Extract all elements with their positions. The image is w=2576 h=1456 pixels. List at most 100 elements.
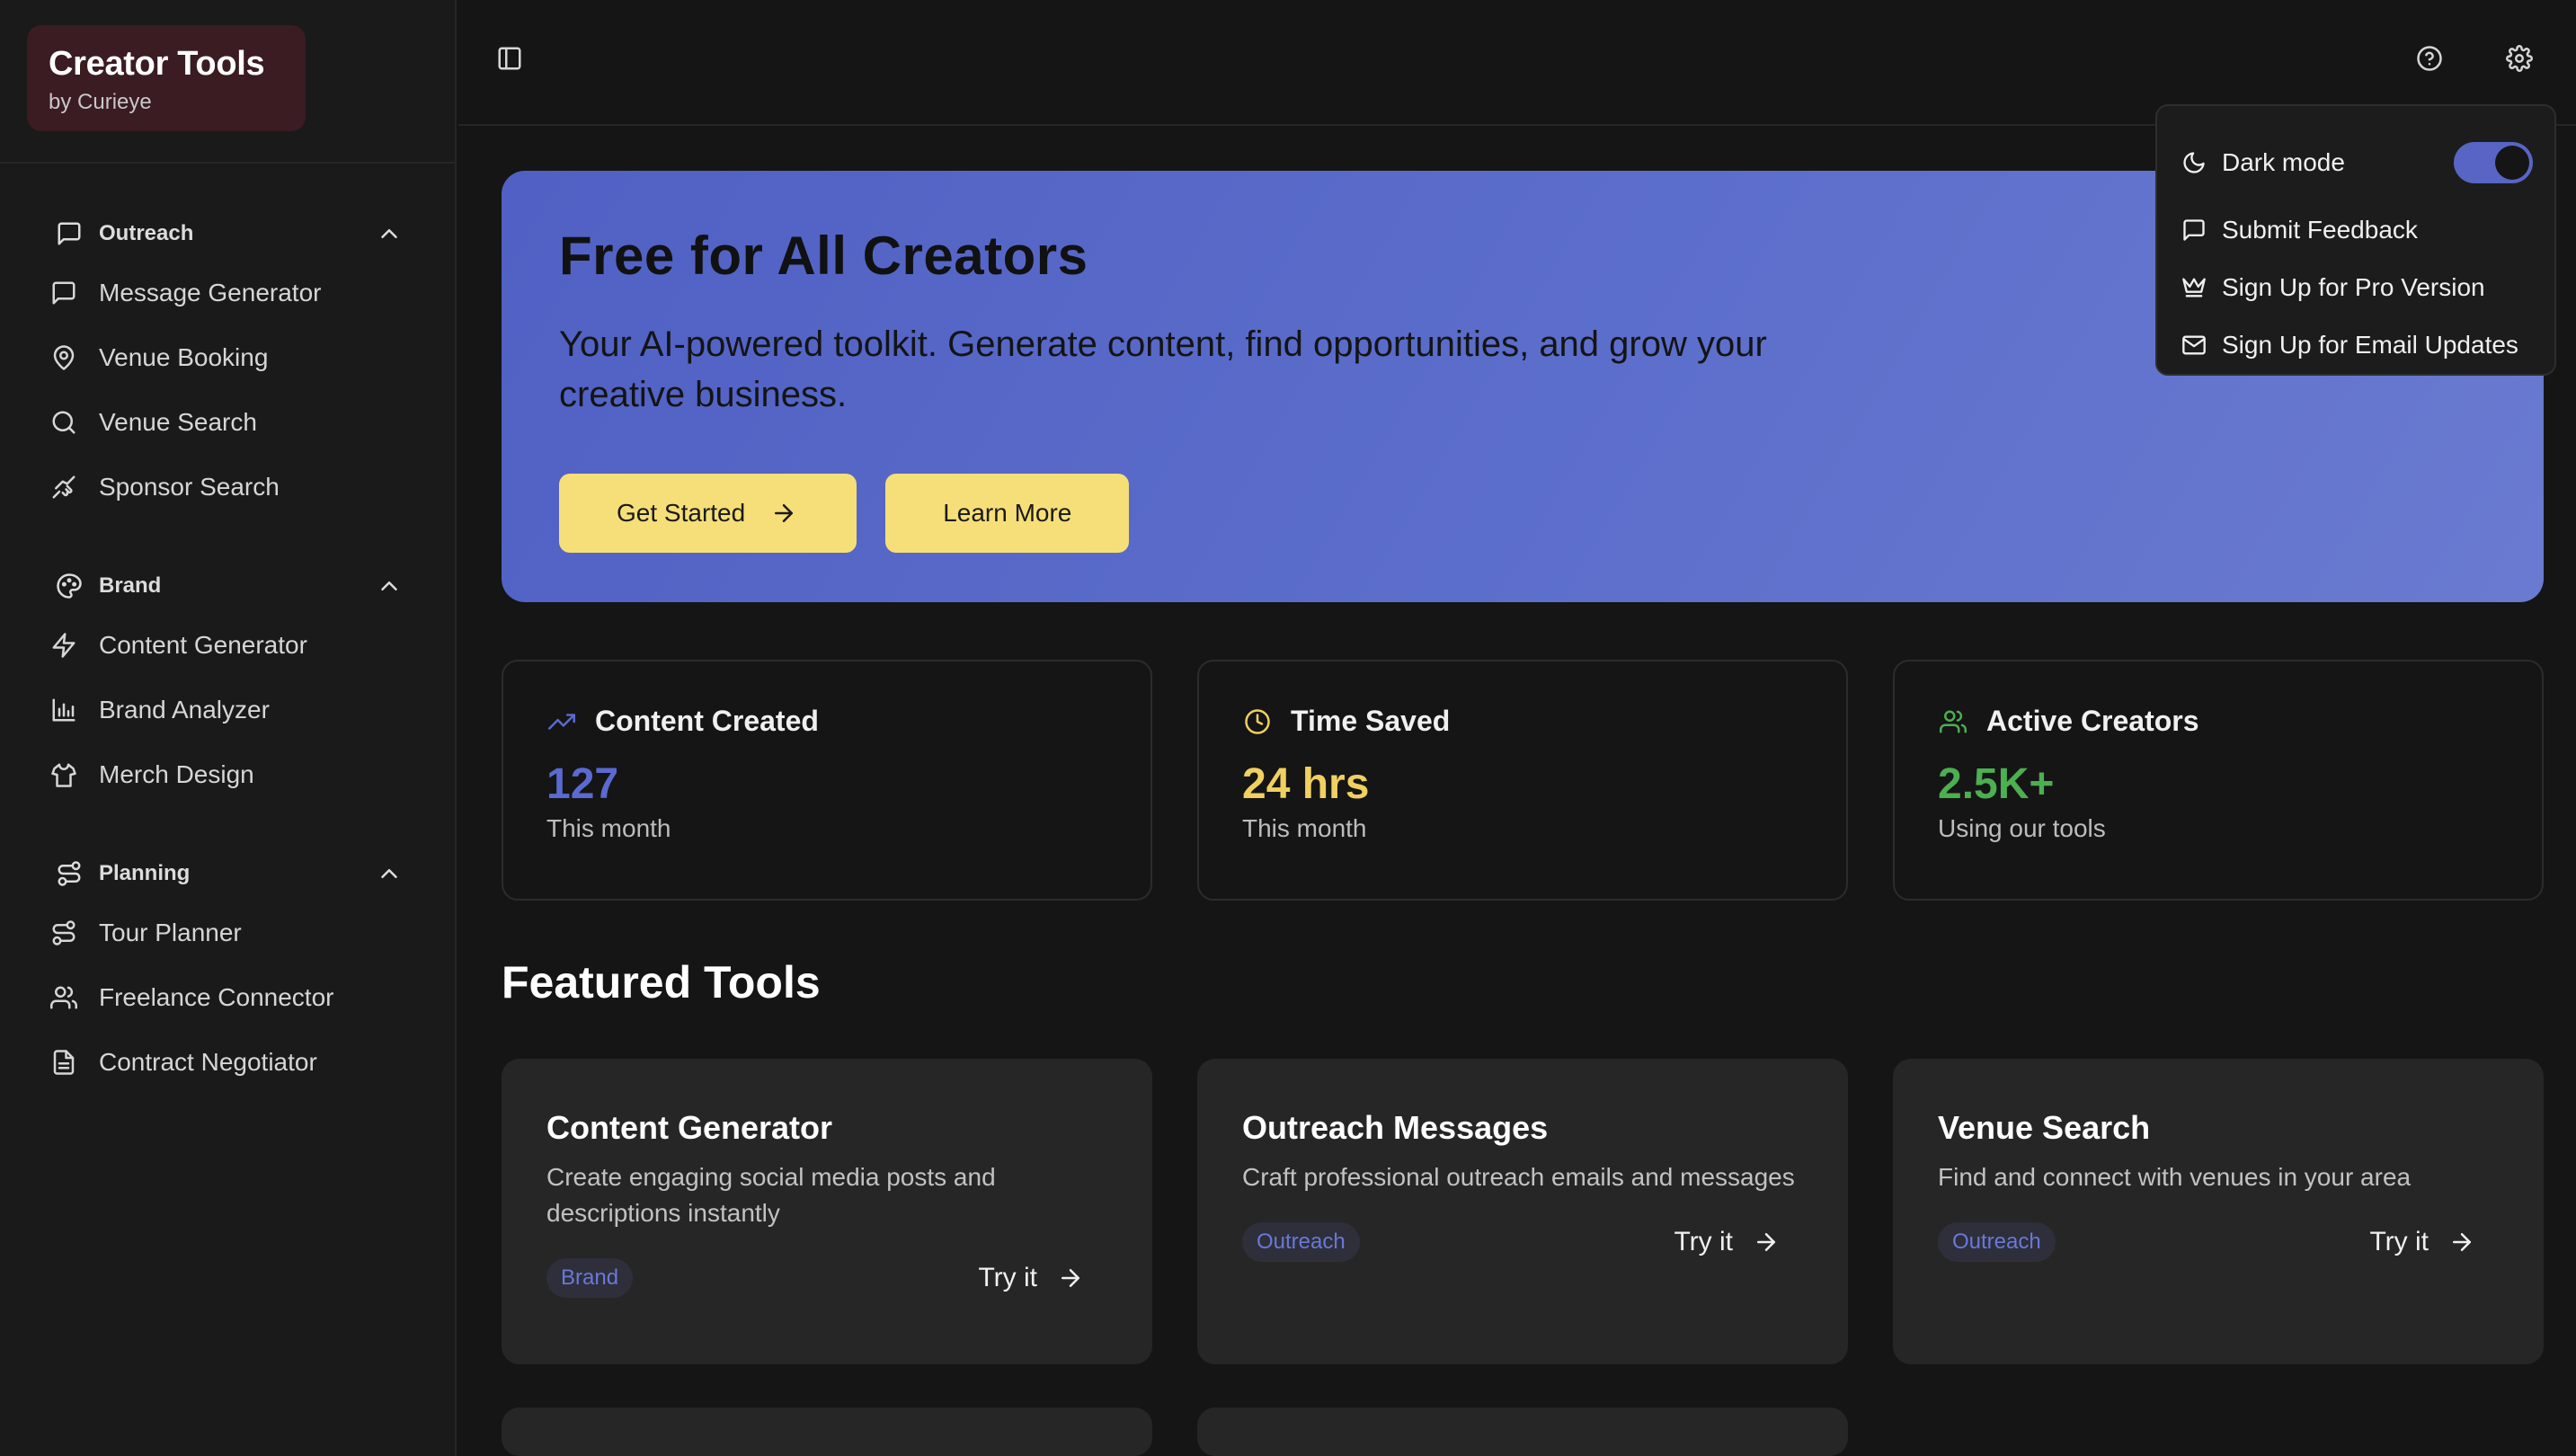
users-icon <box>49 982 79 1013</box>
sidebar-item-label: Sponsor Search <box>99 473 280 501</box>
stat-value: 24 hrs <box>1242 760 1370 808</box>
sidebar-item-label: Venue Search <box>99 408 257 436</box>
sidebar-item-brand-analyzer[interactable]: Brand Analyzer <box>49 687 426 733</box>
search-icon <box>49 407 79 438</box>
tool-card-outreach-messages[interactable]: Outreach Messages Craft professional out… <box>1197 1059 1848 1364</box>
try-it-label: Try it <box>2369 1227 2429 1256</box>
try-it-link[interactable]: Try it <box>978 1263 1104 1293</box>
app-title: Creator Tools <box>49 45 265 83</box>
menu-item-pro-version[interactable]: Sign Up for Pro Version <box>2179 259 2533 316</box>
stat-title: Time Saved <box>1291 705 1451 737</box>
menu-item-label: Sign Up for Pro Version <box>2222 273 2485 301</box>
section-label: Outreach <box>99 221 194 245</box>
chevron-up-icon[interactable] <box>374 571 404 601</box>
sidebar-item-label: Content Generator <box>99 631 307 659</box>
sidebar-item-label: Venue Booking <box>99 343 269 371</box>
sidebar-item-label: Tour Planner <box>99 919 242 946</box>
tool-card-partial[interactable] <box>502 1407 1152 1456</box>
crown-icon <box>2179 272 2209 303</box>
trending-up-icon <box>546 706 577 737</box>
try-it-label: Try it <box>1674 1227 1733 1256</box>
chevron-up-icon[interactable] <box>374 858 404 889</box>
clock-icon <box>1242 706 1273 737</box>
tool-card-partial[interactable] <box>1197 1407 1848 1456</box>
users-icon <box>1938 706 1968 737</box>
dark-mode-label: Dark mode <box>2222 148 2345 176</box>
menu-item-submit-feedback[interactable]: Submit Feedback <box>2179 201 2533 259</box>
try-it-link[interactable]: Try it <box>2369 1227 2495 1257</box>
settings-dropdown-menu: Dark mode Submit Feedback Sign Up for Pr… <box>2155 104 2556 376</box>
arrow-right-icon <box>2447 1227 2477 1257</box>
gear-icon[interactable] <box>2504 43 2535 74</box>
dark-mode-toggle[interactable] <box>2454 142 2533 183</box>
sidebar-item-contract-negotiator[interactable]: Contract Negotiator <box>49 1039 426 1086</box>
arrow-right-icon <box>1055 1263 1086 1293</box>
sidebar-item-message-generator[interactable]: Message Generator <box>49 270 426 316</box>
stat-card-active-creators: Active Creators 2.5K+ Using our tools <box>1893 660 2544 901</box>
moon-icon <box>2179 147 2209 178</box>
file-text-icon <box>49 1047 79 1078</box>
sidebar-item-content-generator[interactable]: Content Generator <box>49 622 426 669</box>
sidebar-item-label: Freelance Connector <box>99 983 334 1011</box>
tool-tag: Outreach <box>1242 1222 1360 1262</box>
stat-title: Active Creators <box>1986 705 2199 737</box>
menu-item-label: Sign Up for Email Updates <box>2222 331 2518 359</box>
dark-mode-row[interactable]: Dark mode <box>2179 124 2533 201</box>
app-subtitle: by Curieye <box>49 90 152 114</box>
get-started-button[interactable]: Get Started <box>559 474 857 553</box>
tool-title: Content Generator <box>546 1109 833 1146</box>
tool-tag: Brand <box>546 1258 634 1298</box>
sidebar-item-freelance-connector[interactable]: Freelance Connector <box>49 974 426 1021</box>
section-label: Brand <box>99 573 162 598</box>
sidebar-toggle-icon[interactable] <box>494 43 525 74</box>
sidebar-section-planning[interactable]: Planning <box>54 856 404 892</box>
handshake-icon <box>49 472 79 502</box>
menu-item-label: Submit Feedback <box>2222 216 2418 244</box>
arrow-right-icon <box>768 498 799 528</box>
toggle-knob <box>2495 146 2529 180</box>
try-it-label: Try it <box>978 1263 1037 1292</box>
brand-logo-box[interactable]: Creator Tools by Curieye <box>27 25 306 131</box>
stat-card-time-saved: Time Saved 24 hrs This month <box>1197 660 1848 901</box>
sidebar-section-outreach[interactable]: Outreach <box>54 216 404 252</box>
zap-icon <box>49 630 79 661</box>
learn-more-button[interactable]: Learn More <box>885 474 1130 553</box>
tool-card-venue-search[interactable]: Venue Search Find and connect with venue… <box>1893 1059 2544 1364</box>
hero-buttons: Get Started Learn More <box>559 474 2486 553</box>
shirt-icon <box>49 759 79 790</box>
tool-description: Find and connect with venues in your are… <box>1938 1163 2412 1191</box>
stat-value: 127 <box>546 760 619 808</box>
bar-chart-icon <box>49 695 79 725</box>
stat-value: 2.5K+ <box>1938 760 2055 808</box>
tool-card-content-generator[interactable]: Content Generator Create engaging social… <box>502 1059 1152 1364</box>
section-label: Planning <box>99 861 191 885</box>
sidebar-divider <box>0 162 457 164</box>
featured-tools-title: Featured Tools <box>502 957 821 1008</box>
tool-description: Craft professional outreach emails and m… <box>1242 1163 1795 1191</box>
chevron-up-icon[interactable] <box>374 218 404 249</box>
sidebar-item-sponsor-search[interactable]: Sponsor Search <box>49 464 426 510</box>
sidebar-item-tour-planner[interactable]: Tour Planner <box>49 910 426 956</box>
hero-description: Your AI-powered toolkit. Generate conten… <box>559 324 1767 414</box>
mail-icon <box>2179 330 2209 360</box>
sidebar-item-venue-booking[interactable]: Venue Booking <box>49 334 426 381</box>
try-it-link[interactable]: Try it <box>1674 1227 1799 1257</box>
sidebar-item-label: Merch Design <box>99 760 254 788</box>
route-icon <box>49 918 79 948</box>
tool-title: Outreach Messages <box>1242 1109 1549 1146</box>
sidebar-item-merch-design[interactable]: Merch Design <box>49 751 426 798</box>
sidebar-item-label: Contract Negotiator <box>99 1048 317 1076</box>
menu-item-email-updates[interactable]: Sign Up for Email Updates <box>2179 316 2533 374</box>
message-square-icon <box>49 278 79 308</box>
route-icon <box>54 858 84 889</box>
sidebar-item-venue-search[interactable]: Venue Search <box>49 399 426 446</box>
tool-title: Venue Search <box>1938 1109 2151 1146</box>
stat-subtext: This month <box>1242 814 1367 842</box>
sidebar-item-label: Brand Analyzer <box>99 696 270 724</box>
sidebar: Creator Tools by Curieye Outreach Messag… <box>0 0 457 1456</box>
help-circle-icon[interactable] <box>2414 43 2445 74</box>
map-pin-icon <box>49 342 79 373</box>
stat-subtext: Using our tools <box>1938 814 2106 842</box>
sidebar-item-label: Message Generator <box>99 279 322 306</box>
sidebar-section-brand[interactable]: Brand <box>54 568 404 604</box>
